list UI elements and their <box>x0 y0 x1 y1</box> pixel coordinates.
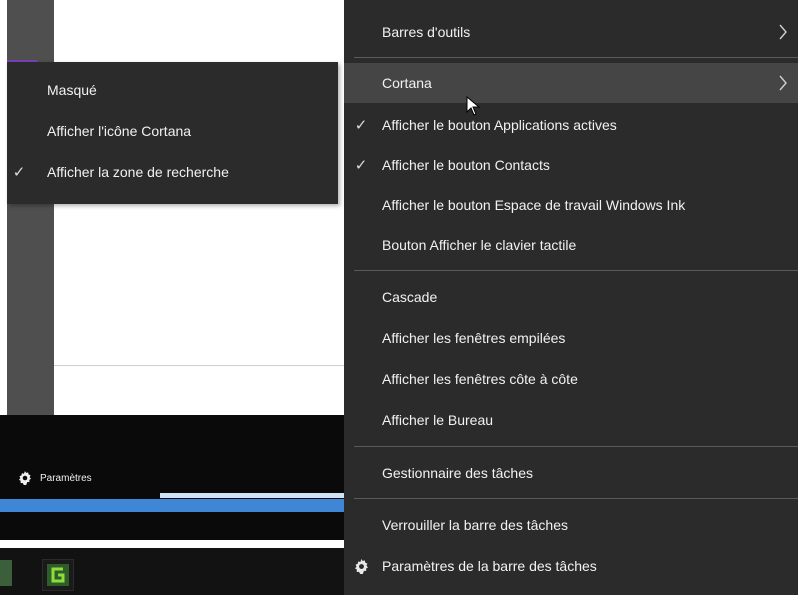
chevron-right-icon <box>779 75 787 91</box>
taskbar-context-menu: Barres d'outils Cortana ✓ Afficher le bo… <box>344 0 798 595</box>
submenu-item-label: Afficher l'icône Cortana <box>47 123 192 139</box>
window-divider <box>54 365 344 366</box>
menu-item-label: Gestionnaire des tâches <box>382 465 533 481</box>
checkmark-icon: ✓ <box>354 157 368 174</box>
menu-item-lock-taskbar[interactable]: Verrouiller la barre des tâches <box>344 505 798 545</box>
cortana-submenu: Masqué Afficher l'icône Cortana ✓ Affich… <box>7 62 338 204</box>
menu-separator <box>354 498 798 499</box>
menu-item-show-desktop[interactable]: Afficher le Bureau <box>344 400 798 440</box>
chevron-right-icon <box>779 24 787 40</box>
menu-item-label: Afficher les fenêtres côte à côte <box>382 371 578 387</box>
taskbar-app-icon[interactable] <box>42 559 74 591</box>
menu-item-label: Afficher le bouton Contacts <box>382 157 550 173</box>
menu-item-task-manager[interactable]: Gestionnaire des tâches <box>344 453 798 493</box>
submenu-item-label: Masqué <box>47 82 97 98</box>
menu-item-show-windows-ink-button[interactable]: Afficher le bouton Espace de travail Win… <box>344 185 798 225</box>
submenu-item-hidden[interactable]: Masqué <box>7 70 338 110</box>
menu-separator <box>354 270 798 271</box>
gear-icon <box>18 471 32 485</box>
progress-highlight <box>160 493 344 498</box>
checkmark-icon: ✓ <box>354 117 368 134</box>
menu-item-toolbars[interactable]: Barres d'outils <box>344 12 798 52</box>
menu-item-show-touch-keyboard-button[interactable]: Bouton Afficher le clavier tactile <box>344 225 798 265</box>
menu-item-show-task-view-button[interactable]: ✓ Afficher le bouton Applications active… <box>344 105 798 145</box>
submenu-item-show-cortana-icon[interactable]: Afficher l'icône Cortana <box>7 111 338 151</box>
menu-item-label: Barres d'outils <box>382 24 471 40</box>
blue-bar <box>0 499 344 512</box>
mouse-cursor-icon <box>466 96 480 116</box>
menu-item-label: Afficher les fenêtres empilées <box>382 330 566 346</box>
menu-item-label: Bouton Afficher le clavier tactile <box>382 237 577 253</box>
menu-item-taskbar-settings[interactable]: Paramètres de la barre des tâches <box>344 546 798 586</box>
menu-item-label: Afficher le bouton Applications actives <box>382 117 617 133</box>
menu-item-cortana[interactable]: Cortana <box>344 63 798 103</box>
menu-separator <box>354 57 798 58</box>
menu-item-label: Cortana <box>382 75 432 91</box>
gear-icon <box>355 558 368 574</box>
checkmark-icon: ✓ <box>12 164 26 181</box>
menu-item-label: Paramètres de la barre des tâches <box>382 558 597 574</box>
start-settings-label: Paramètres <box>40 472 92 484</box>
submenu-item-label: Afficher la zone de recherche <box>47 164 229 180</box>
app-logo-icon <box>47 564 69 586</box>
menu-item-side-by-side-windows[interactable]: Afficher les fenêtres côte à côte <box>344 359 798 399</box>
menu-item-stacked-windows[interactable]: Afficher les fenêtres empilées <box>344 318 798 358</box>
menu-item-label: Verrouiller la barre des tâches <box>382 517 568 533</box>
menu-item-label: Cascade <box>382 289 438 305</box>
submenu-item-show-search-box[interactable]: ✓ Afficher la zone de recherche <box>7 152 338 192</box>
menu-item-label: Afficher le Bureau <box>382 412 494 428</box>
menu-item-label: Afficher le bouton Espace de travail Win… <box>382 197 686 213</box>
menu-separator <box>354 446 798 447</box>
start-settings-item[interactable]: Paramètres <box>18 468 92 488</box>
menu-item-cascade[interactable]: Cascade <box>344 277 798 317</box>
taskbar-app-icon[interactable] <box>0 560 12 586</box>
menu-item-show-contacts-button[interactable]: ✓ Afficher le bouton Contacts <box>344 145 798 185</box>
